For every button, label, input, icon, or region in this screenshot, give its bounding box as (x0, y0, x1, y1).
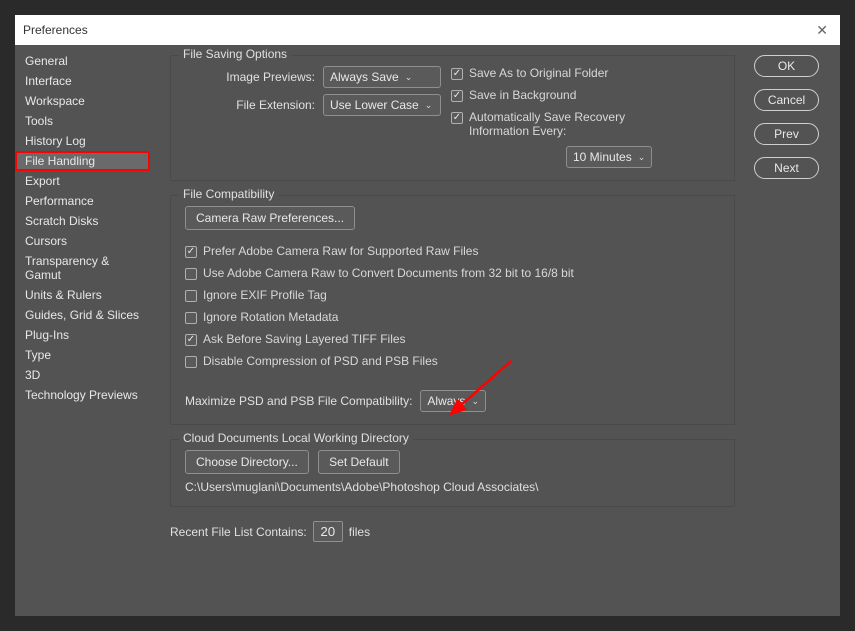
ignore-rotation-checkbox[interactable] (185, 312, 197, 324)
window-title: Preferences (23, 23, 812, 37)
sidebar-item-guides-grid-slices[interactable]: Guides, Grid & Slices (15, 305, 150, 325)
cancel-button[interactable]: Cancel (754, 89, 819, 111)
sidebar-item-scratch-disks[interactable]: Scratch Disks (15, 211, 150, 231)
recent-files-label: Recent File List Contains: (170, 525, 307, 539)
auto-save-recovery-checkbox[interactable] (451, 112, 463, 124)
ignore-exif-label: Ignore EXIF Profile Tag (203, 288, 327, 302)
titlebar: Preferences ✕ (15, 15, 840, 45)
group-legend: Cloud Documents Local Working Directory (179, 431, 413, 445)
save-as-original-checkbox[interactable] (451, 68, 463, 80)
chevron-down-icon: ⌄ (471, 396, 479, 407)
main-panel: File Saving Options Image Previews: Alwa… (150, 45, 745, 616)
recovery-interval-select[interactable]: 10 Minutes ⌄ (566, 146, 652, 168)
save-in-background-label: Save in Background (469, 88, 576, 102)
ignore-rotation-label: Ignore Rotation Metadata (203, 310, 338, 324)
sidebar-item-type[interactable]: Type (15, 345, 150, 365)
ask-tiff-checkbox[interactable] (185, 334, 197, 346)
set-default-button[interactable]: Set Default (318, 450, 399, 474)
next-button[interactable]: Next (754, 157, 819, 179)
sidebar-item-performance[interactable]: Performance (15, 191, 150, 211)
preferences-dialog: Preferences ✕ GeneralInterfaceWorkspaceT… (15, 15, 840, 616)
recent-files-input[interactable] (313, 521, 343, 542)
auto-save-recovery-label: Automatically Save Recovery Information … (469, 110, 649, 138)
cloud-documents-group: Cloud Documents Local Working Directory … (170, 439, 735, 507)
group-legend: File Saving Options (179, 47, 291, 61)
sidebar-item-workspace[interactable]: Workspace (15, 91, 150, 111)
sidebar-item-tools[interactable]: Tools (15, 111, 150, 131)
group-legend: File Compatibility (179, 187, 278, 201)
chevron-down-icon: ⌄ (638, 152, 646, 163)
sidebar-item-units-rulers[interactable]: Units & Rulers (15, 285, 150, 305)
ignore-exif-checkbox[interactable] (185, 290, 197, 302)
use-acr-32-checkbox[interactable] (185, 268, 197, 280)
sidebar-item-3d[interactable]: 3D (15, 365, 150, 385)
sidebar-item-history-log[interactable]: History Log (15, 131, 150, 151)
sidebar-item-technology-previews[interactable]: Technology Previews (15, 385, 150, 405)
file-compatibility-group: File Compatibility Camera Raw Preference… (170, 195, 735, 425)
save-in-background-checkbox[interactable] (451, 90, 463, 102)
sidebar-item-transparency-gamut[interactable]: Transparency & Gamut (15, 251, 150, 285)
file-extension-label: File Extension: (185, 98, 315, 112)
cloud-directory-path: C:\Users\muglani\Documents\Adobe\Photosh… (185, 480, 720, 494)
image-previews-label: Image Previews: (185, 70, 315, 84)
disable-psd-checkbox[interactable] (185, 356, 197, 368)
sidebar-item-interface[interactable]: Interface (15, 71, 150, 91)
sidebar-item-file-handling[interactable]: File Handling (15, 151, 150, 171)
disable-psd-label: Disable Compression of PSD and PSB Files (203, 354, 438, 368)
ask-tiff-label: Ask Before Saving Layered TIFF Files (203, 332, 406, 346)
prev-button[interactable]: Prev (754, 123, 819, 145)
save-as-original-label: Save As to Original Folder (469, 66, 608, 80)
maximize-psd-select[interactable]: Always ⌄ (420, 390, 486, 412)
choose-directory-button[interactable]: Choose Directory... (185, 450, 309, 474)
action-buttons-column: OK Cancel Prev Next (745, 45, 840, 616)
sidebar-item-export[interactable]: Export (15, 171, 150, 191)
chevron-down-icon: ⌄ (405, 72, 413, 83)
maximize-psd-label: Maximize PSD and PSB File Compatibility: (185, 394, 412, 408)
recent-files-suffix: files (349, 525, 370, 539)
file-extension-select[interactable]: Use Lower Case ⌄ (323, 94, 441, 116)
ok-button[interactable]: OK (754, 55, 819, 77)
prefer-acr-label: Prefer Adobe Camera Raw for Supported Ra… (203, 244, 478, 258)
chevron-down-icon: ⌄ (425, 100, 433, 111)
camera-raw-preferences-button[interactable]: Camera Raw Preferences... (185, 206, 355, 230)
prefer-acr-checkbox[interactable] (185, 246, 197, 258)
close-icon[interactable]: ✕ (812, 22, 832, 39)
sidebar-item-cursors[interactable]: Cursors (15, 231, 150, 251)
sidebar-item-plug-ins[interactable]: Plug-Ins (15, 325, 150, 345)
sidebar-item-general[interactable]: General (15, 51, 150, 71)
image-previews-select[interactable]: Always Save ⌄ (323, 66, 441, 88)
sidebar: GeneralInterfaceWorkspaceToolsHistory Lo… (15, 45, 150, 616)
file-saving-options-group: File Saving Options Image Previews: Alwa… (170, 55, 735, 181)
use-acr-32-label: Use Adobe Camera Raw to Convert Document… (203, 266, 574, 280)
